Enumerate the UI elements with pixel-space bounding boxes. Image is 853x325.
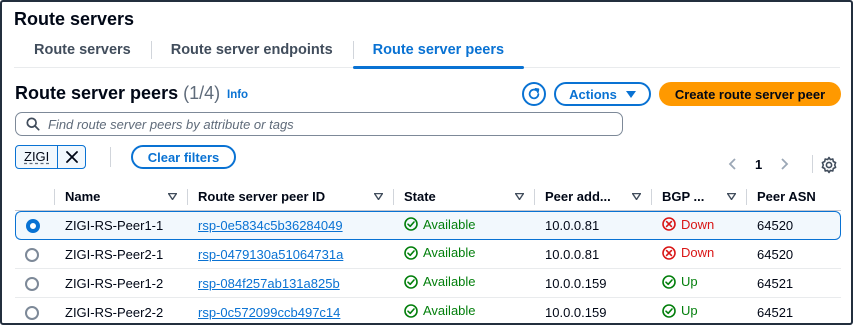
- peer-name: ZIGI-RS-Peer1-2: [55, 269, 188, 298]
- column-state[interactable]: State: [394, 183, 535, 211]
- filter-token-label: ZIGI: [24, 149, 50, 164]
- tab-route-server-endpoints[interactable]: Route server endpoints: [150, 38, 353, 68]
- peer-name: ZIGI-RS-Peer1-1: [55, 211, 188, 240]
- x-circle-icon: [662, 245, 676, 260]
- table-row[interactable]: ZIGI-RS-Peer1-1 rsp-0e5834c5b36284049 Av…: [15, 211, 841, 240]
- peer-name: ZIGI-RS-Peer2-2: [55, 298, 188, 323]
- pagination-divider: [812, 155, 813, 173]
- caret-down-icon: [625, 90, 636, 98]
- column-select: [15, 183, 55, 211]
- check-circle-icon: [404, 245, 418, 260]
- filter-divider: [110, 147, 111, 167]
- peer-asn: 64520: [747, 211, 841, 240]
- route-server-peers-table: Name Route server peer ID State Peer add…: [15, 183, 841, 323]
- row-select-radio[interactable]: [25, 276, 39, 291]
- peer-id-link[interactable]: rsp-084f257ab131a825b: [198, 276, 340, 291]
- check-circle-icon: [404, 274, 418, 289]
- table-row[interactable]: ZIGI-RS-Peer2-1 rsp-0479130a51064731a Av…: [15, 240, 841, 269]
- table-row[interactable]: ZIGI-RS-Peer2-2 rsp-0c572099ccb497c14 Av…: [15, 298, 841, 323]
- tab-route-servers[interactable]: Route servers: [14, 38, 151, 68]
- check-circle-icon: [404, 217, 418, 232]
- table-header-title: Route server peers (1/4): [15, 83, 220, 104]
- sort-caret-icon: [632, 193, 641, 200]
- column-peer-address[interactable]: Peer add...: [535, 183, 652, 211]
- gear-icon[interactable]: [820, 156, 838, 174]
- peer-address: 10.0.0.159: [535, 269, 652, 298]
- search-input[interactable]: [48, 116, 608, 132]
- row-select-radio[interactable]: [25, 247, 39, 262]
- table-header-row: Name Route server peer ID State Peer add…: [15, 183, 841, 211]
- close-icon: [65, 151, 78, 163]
- column-name[interactable]: Name: [55, 183, 188, 211]
- peer-id-link[interactable]: rsp-0c572099ccb497c14: [198, 305, 340, 320]
- row-select-radio[interactable]: [25, 305, 39, 320]
- create-route-server-peer-button[interactable]: Create route server peer: [659, 82, 841, 106]
- filter-token: ZIGI: [15, 145, 87, 169]
- bgp-status: Down: [662, 245, 714, 260]
- refresh-button[interactable]: [522, 82, 546, 106]
- pagination: 1: [728, 153, 789, 175]
- search-icon: [26, 117, 40, 131]
- sort-caret-icon: [515, 193, 524, 200]
- state-status: Available: [404, 303, 476, 318]
- peer-asn: 64521: [747, 298, 841, 323]
- info-link[interactable]: Info: [227, 89, 248, 101]
- app-frame: Route servers Route servers Route server…: [0, 0, 853, 325]
- column-peer-asn[interactable]: Peer ASN: [747, 183, 841, 211]
- page-title: Route servers: [14, 9, 135, 29]
- peer-address: 10.0.0.81: [535, 211, 652, 240]
- check-circle-icon: [404, 303, 418, 318]
- x-circle-icon: [662, 217, 676, 232]
- bgp-status: Up: [662, 274, 698, 289]
- check-circle-icon: [662, 274, 676, 289]
- remove-filter-button[interactable]: [57, 146, 85, 168]
- previous-page-icon[interactable]: [728, 158, 736, 170]
- actions-label: Actions: [569, 86, 617, 102]
- state-status: Available: [404, 217, 476, 232]
- clear-filters-button[interactable]: Clear filters: [131, 145, 236, 169]
- bgp-status: Down: [662, 217, 714, 232]
- next-page-icon[interactable]: [781, 158, 789, 170]
- refresh-icon: [528, 88, 540, 100]
- search-bar: [15, 112, 623, 136]
- current-page[interactable]: 1: [755, 157, 762, 172]
- column-peer-id[interactable]: Route server peer ID: [188, 183, 394, 211]
- header-title-text: Route server peers: [15, 83, 179, 103]
- column-bgp-status[interactable]: BGP ...: [652, 183, 747, 211]
- selection-count: (1/4): [183, 83, 221, 103]
- peer-address: 10.0.0.81: [535, 240, 652, 269]
- state-status: Available: [404, 245, 476, 260]
- row-select-radio[interactable]: [26, 219, 40, 234]
- tab-route-server-peers[interactable]: Route server peers: [352, 38, 525, 69]
- peer-asn: 64520: [747, 240, 841, 269]
- table-row[interactable]: ZIGI-RS-Peer1-2 rsp-084f257ab131a825b Av…: [15, 269, 841, 298]
- peer-id-link[interactable]: rsp-0e5834c5b36284049: [198, 218, 343, 233]
- tab-bar: Route servers Route server endpoints Rou…: [14, 38, 840, 69]
- sort-caret-icon: [727, 193, 736, 200]
- actions-button[interactable]: Actions: [554, 82, 651, 106]
- bgp-status: Up: [662, 303, 698, 318]
- state-status: Available: [404, 274, 476, 289]
- check-circle-icon: [662, 303, 676, 318]
- peer-address: 10.0.0.159: [535, 298, 652, 323]
- sort-caret-icon: [374, 193, 383, 200]
- sort-caret-icon: [168, 193, 177, 200]
- peer-asn: 64521: [747, 269, 841, 298]
- peer-name: ZIGI-RS-Peer2-1: [55, 240, 188, 269]
- peer-id-link[interactable]: rsp-0479130a51064731a: [198, 247, 343, 262]
